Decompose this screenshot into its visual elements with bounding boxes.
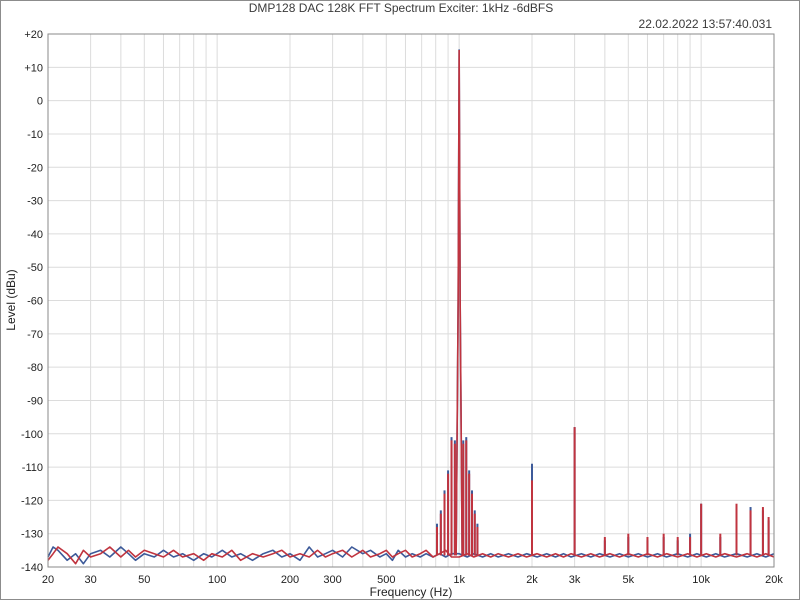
y-tick-label: -90 bbox=[27, 395, 43, 407]
y-tick-label: -130 bbox=[21, 529, 43, 541]
x-tick-label: 50 bbox=[138, 574, 150, 586]
x-tick-label: 3k bbox=[569, 574, 581, 586]
y-tick-label: +10 bbox=[24, 62, 43, 74]
chart-timestamp: 22.02.2022 13:57:40.031 bbox=[639, 17, 773, 31]
y-tick-label: -70 bbox=[27, 329, 43, 341]
x-tick-label: 300 bbox=[323, 574, 341, 586]
x-tick-label: 100 bbox=[208, 574, 226, 586]
y-tick-label: -80 bbox=[27, 362, 43, 374]
y-tick-label: -120 bbox=[21, 495, 43, 507]
x-axis-label: Frequency (Hz) bbox=[370, 585, 453, 599]
fft-spectrum-chart: DMP128 DAC 128K FFT Spectrum Exciter: 1k… bbox=[4, 1, 783, 599]
x-tick-label: 2k bbox=[526, 574, 538, 586]
y-tick-label: -10 bbox=[27, 129, 43, 141]
y-tick-label: -50 bbox=[27, 262, 43, 274]
y-tick-label: -100 bbox=[21, 429, 43, 441]
x-tick-label: 10k bbox=[692, 574, 710, 586]
y-tick-label: -40 bbox=[27, 229, 43, 241]
y-axis-label: Level (dBu) bbox=[4, 269, 18, 330]
y-tick-label: -140 bbox=[21, 562, 43, 574]
x-tick-label: 5k bbox=[622, 574, 634, 586]
x-tick-label: 20 bbox=[42, 574, 54, 586]
chart-frame: DMP128 DAC 128K FFT Spectrum Exciter: 1k… bbox=[0, 0, 800, 600]
x-tick-label: 20k bbox=[765, 574, 783, 586]
y-tick-labels: +20 +10 0 -10 -20 -30 -40 -50 -60 -70 -80 -90 -100 -1… bbox=[21, 29, 43, 574]
y-tick-label: -30 bbox=[27, 196, 43, 208]
chart-title: DMP128 DAC 128K FFT Spectrum Exciter: 1k… bbox=[249, 1, 554, 15]
x-tick-label: 200 bbox=[281, 574, 299, 586]
y-tick-label: -20 bbox=[27, 162, 43, 174]
y-tick-label: -110 bbox=[22, 462, 43, 474]
x-tick-label: 30 bbox=[84, 574, 96, 586]
y-tick-label: -60 bbox=[27, 296, 43, 308]
y-tick-label: +20 bbox=[24, 29, 43, 41]
x-tick-label: 1k bbox=[453, 574, 465, 586]
y-tick-label: 0 bbox=[37, 96, 43, 108]
